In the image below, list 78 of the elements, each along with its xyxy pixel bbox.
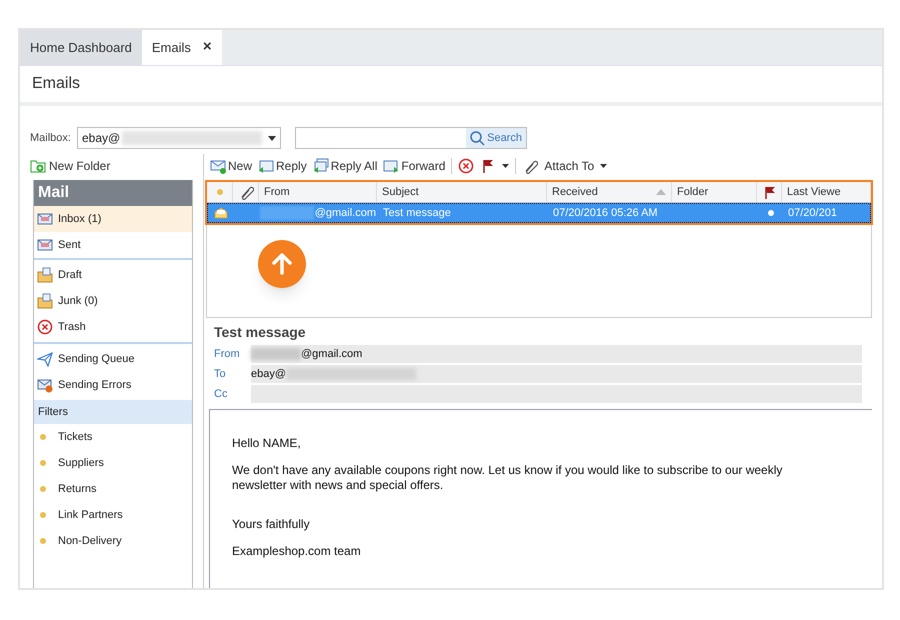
folder-icon: [37, 267, 53, 283]
envelope-error-icon: [37, 377, 53, 393]
delete-icon: [458, 158, 474, 174]
search-field[interactable]: Search: [294, 127, 527, 149]
folder-plus-icon: [30, 159, 46, 173]
table-cell-text: Test message: [382, 206, 452, 221]
dot-icon: [40, 434, 46, 440]
table-cell-text: @gmail.com: [314, 206, 376, 221]
column-header[interactable]: From: [259, 182, 377, 202]
body-paragraph: Yours faithfully: [232, 517, 311, 532]
dot-icon: [40, 512, 46, 518]
field-value: @gmail.com: [251, 345, 862, 363]
body-paragraph: Exampleshop.com team: [232, 544, 362, 559]
forward-button[interactable]: Forward: [383, 157, 446, 175]
envelope-reply-icon: [312, 158, 329, 174]
folder-item[interactable]: Draft: [34, 262, 192, 288]
dot-icon: [40, 460, 46, 466]
sidebar-header: Mail: [34, 180, 192, 206]
folder-item[interactable]: Inbox (1): [34, 206, 192, 232]
folder-item[interactable]: Sending Errors: [34, 372, 192, 398]
new-folder-button[interactable]: New Folder: [30, 154, 202, 178]
delete-icon: [37, 319, 53, 335]
up-arrow-icon: [272, 253, 292, 275]
filter-item[interactable]: Link Partners: [34, 502, 192, 528]
field-value: ebay@: [251, 365, 862, 383]
filter-item[interactable]: Returns: [34, 476, 192, 502]
dot-icon: [40, 486, 46, 492]
filter-item[interactable]: Suppliers: [34, 450, 192, 476]
tab[interactable]: Home Dashboard: [20, 30, 142, 65]
table-cell-text: 07/20/2016 05:26 AM: [552, 206, 659, 221]
search-button[interactable]: Search: [466, 128, 526, 148]
envelope-icon: [37, 211, 53, 227]
table-cell-text: 07/20/201: [787, 206, 838, 221]
scroll-up-button[interactable]: [258, 240, 306, 288]
body-paragraph: Hello NAME,: [232, 436, 302, 451]
reply-button[interactable]: Reply: [258, 157, 307, 175]
envelope-icon: [37, 237, 53, 253]
caret-icon: [502, 164, 510, 168]
filters-header: Filters: [34, 400, 192, 424]
mailbox-dropdown[interactable]: ebay@: [76, 127, 281, 149]
delete-button[interactable]: [458, 158, 474, 174]
dot-icon: [768, 210, 774, 216]
field-label: To: [214, 366, 227, 382]
message-subject: Test message: [214, 323, 307, 342]
folder-item[interactable]: Junk (0): [34, 288, 192, 314]
envelope-reply-icon: [258, 158, 274, 174]
column-header[interactable]: Last Viewe: [782, 182, 871, 202]
filter-item[interactable]: Non-Delivery: [34, 528, 192, 554]
folder-item[interactable]: Sent: [34, 232, 192, 258]
caret-icon: [600, 164, 608, 168]
blurred-text: [260, 206, 314, 220]
folder-item[interactable]: Sending Queue: [34, 346, 192, 372]
folder-icon: [37, 293, 53, 309]
caret-icon: [268, 136, 276, 140]
column-header[interactable]: Subject: [377, 182, 547, 202]
envelope-plus-icon: [210, 158, 226, 174]
folder-item[interactable]: Trash: [34, 314, 192, 340]
envelope-forward-icon: [383, 158, 400, 174]
filter-item[interactable]: Tickets: [34, 424, 192, 450]
column-header[interactable]: Folder: [672, 182, 757, 202]
mailbox-label: Mailbox:: [30, 130, 71, 146]
dot-icon: [40, 538, 46, 544]
new-button[interactable]: New: [210, 157, 252, 175]
column-header[interactable]: Received: [547, 182, 672, 202]
open-envelope-icon: [214, 207, 228, 219]
attach-to-dropdown[interactable]: Attach To: [522, 157, 608, 175]
paper-plane-icon: [37, 351, 53, 367]
field-label: Cc: [214, 386, 228, 402]
body-paragraph: We don't have any available coupons right now. Let us know if you would like to subscribe to our weekly newsletter with news and special offers.: [232, 463, 784, 493]
dot-icon: [216, 189, 222, 195]
sort-up-icon: [656, 189, 666, 195]
mailbox-value: ebay@: [82, 130, 120, 147]
close-icon[interactable]: ×: [202, 36, 212, 59]
search-icon: [470, 130, 486, 146]
field-label: From: [214, 346, 241, 362]
tab[interactable]: Emails ×: [142, 30, 222, 65]
page-title: Emails: [20, 66, 882, 106]
replyall-button[interactable]: Reply All: [312, 157, 378, 175]
